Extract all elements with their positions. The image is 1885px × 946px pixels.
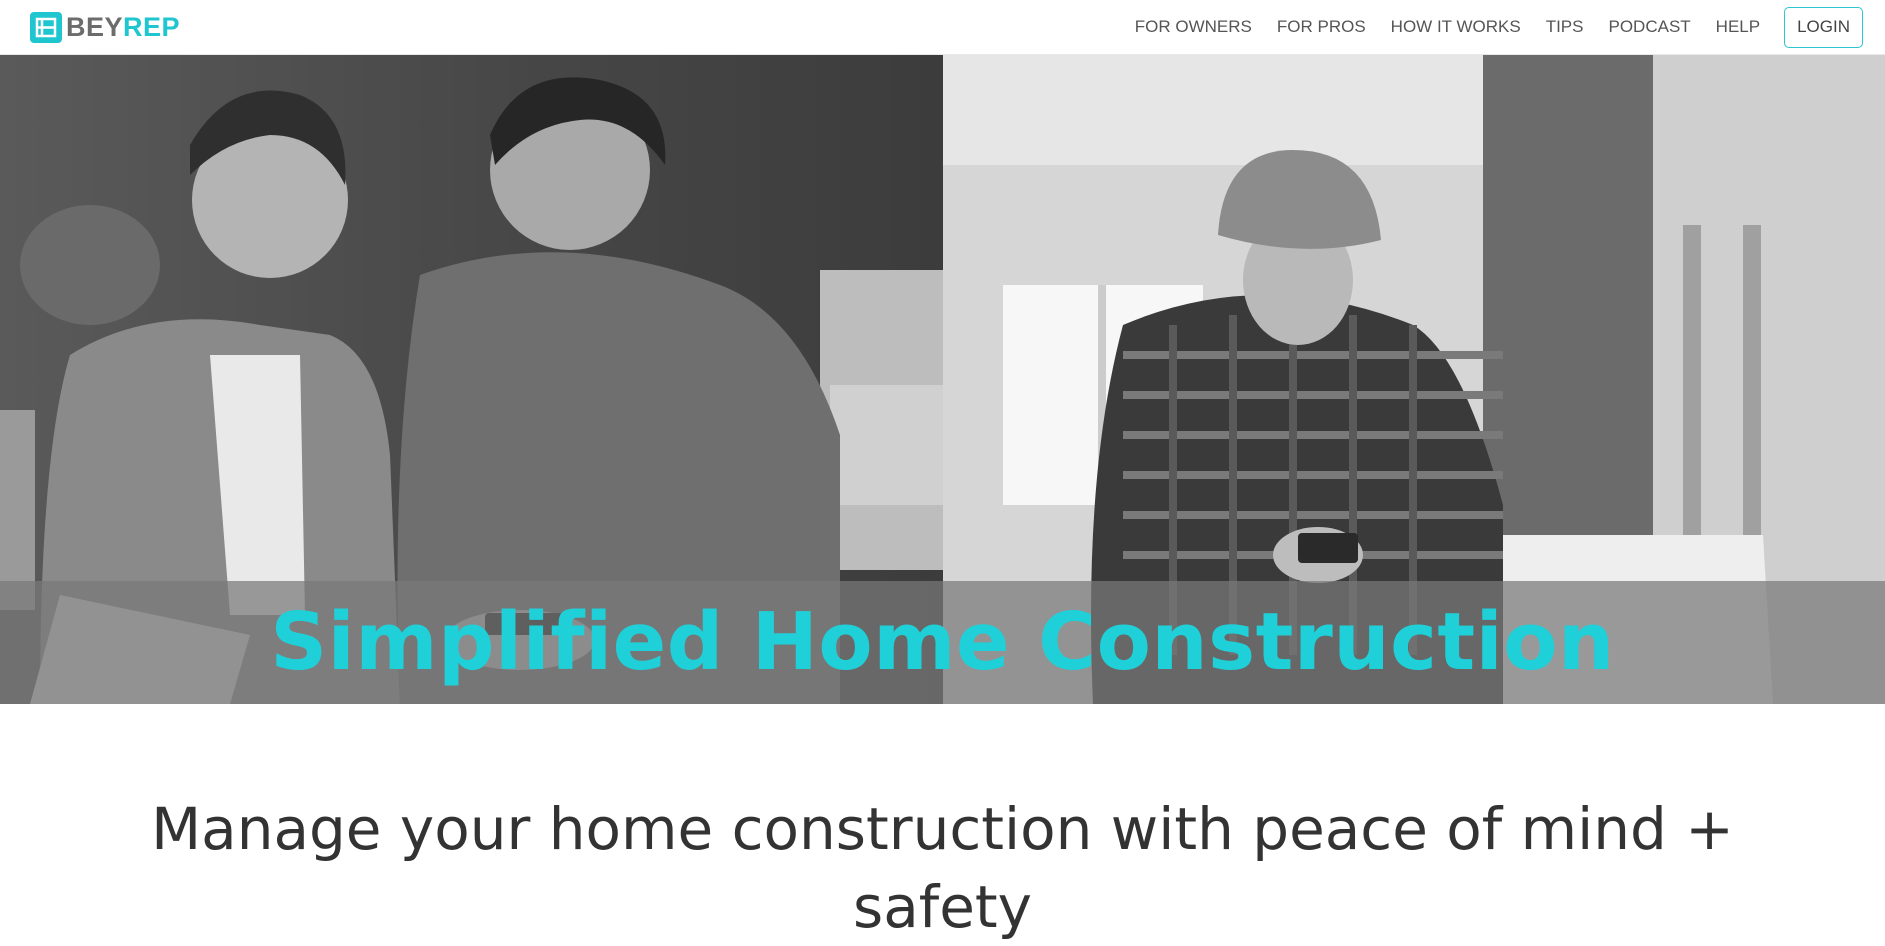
intro-section: Manage your home construction with peace… <box>0 790 1885 946</box>
hero-section: Simplified Home Construction <box>0 55 1885 704</box>
nav-link-podcast[interactable]: PODCAST <box>1608 17 1690 37</box>
main-menu: FOR OWNERS FOR PROS HOW IT WORKS TIPS PO… <box>1110 6 1863 48</box>
intro-heading: Manage your home construction with peace… <box>151 795 1734 863</box>
nav-link-help[interactable]: HELP <box>1716 17 1760 37</box>
logo-text-bey: BEY <box>66 11 124 42</box>
hero-title: Simplified Home Construction <box>270 596 1615 688</box>
top-navigation-bar: BEYREP FOR OWNERS FOR PROS HOW IT WORKS … <box>0 0 1885 55</box>
nav-link-how-it-works[interactable]: HOW IT WORKS <box>1391 17 1521 37</box>
login-button[interactable]: LOGIN <box>1784 6 1863 48</box>
logo-text-rep: REP <box>123 11 181 42</box>
nav-link-for-pros[interactable]: FOR PROS <box>1277 17 1366 37</box>
intro-heading-continued: safety <box>853 873 1032 941</box>
nav-link-tips[interactable]: TIPS <box>1546 17 1584 37</box>
logo-mark-icon <box>30 11 62 43</box>
brand-logo[interactable]: BEYREP <box>30 11 181 43</box>
hero-title-band: Simplified Home Construction <box>0 581 1885 704</box>
nav-link-for-owners[interactable]: FOR OWNERS <box>1135 17 1252 37</box>
logo-wordmark: BEYREP <box>66 11 181 42</box>
